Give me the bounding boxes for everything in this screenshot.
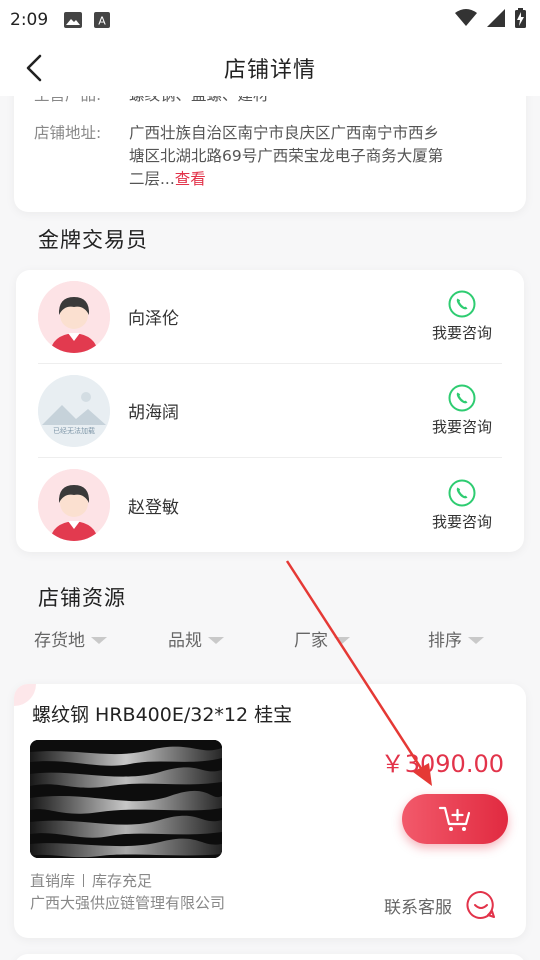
trader-row[interactable]: 已经无法加载 胡海阔 我要咨询 [38,364,502,458]
caret-down-icon [334,637,350,644]
status-bar: 2:09 A [0,0,540,40]
traders-section-title: 金牌交易员 [38,228,148,252]
product-title: 螺纹钢 HRB400E/32*12 桂宝 [32,704,293,726]
battery-charging-icon [515,7,526,33]
image-icon [64,12,83,28]
content-scroll-area[interactable]: 主营产品: 螺纹钢、盘螺、建材 店铺地址: 广西壮族自治区南宁市良庆区广西南宁市… [0,96,540,960]
female-avatar-icon [38,469,110,541]
tag-direct-sale: 直销库 [30,872,76,890]
product-price: ￥3090.00 [380,750,504,778]
svg-text:A: A [98,15,106,28]
text-a-icon: A [94,12,111,28]
filter-bar: 存货地 品规 厂家 排序 [0,626,540,656]
main-products-value: 螺纹钢、盘螺、建材 [129,96,269,107]
smile-chat-icon [466,890,495,919]
next-product-card[interactable] [14,954,526,960]
status-time: 2:09 [10,10,49,30]
contact-service-button[interactable]: 联系客服 [384,890,496,920]
avatar: 已经无法加载 [38,374,110,447]
address-line-tail: 二层... [129,170,175,188]
address-label: 店铺地址: [34,124,102,142]
wifi-icon [455,8,477,32]
filter-label: 排序 [428,631,462,651]
filter-manufacturer[interactable]: 厂家 [294,626,350,651]
resources-section-title: 店铺资源 [38,586,126,610]
consult-button[interactable]: 我要咨询 [422,479,502,532]
signal-icon [487,8,505,32]
back-button[interactable] [18,52,50,84]
trader-row[interactable]: 赵登敏 我要咨询 [38,458,502,552]
female-avatar-icon [38,280,110,353]
trader-name: 胡海阔 [128,403,179,423]
product-company: 广西大强供应链管理有限公司 [30,894,226,912]
filter-sort[interactable]: 排序 [428,626,484,651]
avatar-placeholder-text: 已经无法加载 [53,426,95,435]
trader-row[interactable]: 向泽伦 我要咨询 [38,270,502,364]
consult-button[interactable]: 我要咨询 [422,384,502,437]
steel-texture-image [30,740,222,858]
product-tags: 直销库 库存充足 [30,870,152,891]
tag-separator [83,874,85,887]
address-line: 二层...查看 [129,168,443,191]
address-more-link[interactable]: 查看 [175,170,206,188]
title-bar: 店铺详情 [0,40,540,96]
add-to-cart-icon [438,806,471,831]
add-to-cart-button[interactable] [402,794,508,844]
page-title: 店铺详情 [223,58,316,83]
caret-down-icon [468,637,484,644]
tag-stock: 库存充足 [92,872,153,890]
address-line: 广西壮族自治区南宁市良庆区广西南宁市西乡 [129,124,440,142]
chevron-left-icon [26,54,42,82]
main-products-label: 主营产品: [34,96,129,107]
caret-down-icon [91,637,107,644]
traders-card: 向泽伦 我要咨询 已经无法加载 胡海阔 我要咨询 赵登敏 我要咨询 [16,270,524,552]
caret-down-icon [208,637,224,644]
address-value: 广西壮族自治区南宁市良庆区广西南宁市西乡 塘区北湖北路69号广西荣宝龙电子商务大… [129,122,443,191]
consult-button[interactable]: 我要咨询 [422,290,502,343]
filter-label: 厂家 [294,631,328,651]
filter-spec[interactable]: 品规 [168,626,224,651]
filter-label: 品规 [168,631,202,651]
consult-label: 我要咨询 [431,512,492,531]
address-row: 店铺地址: 广西壮族自治区南宁市良庆区广西南宁市西乡 塘区北湖北路69号广西荣宝… [34,122,506,191]
trader-name: 向泽伦 [128,309,179,329]
product-image[interactable] [30,740,222,858]
phone-icon [448,290,476,318]
product-card[interactable]: 螺纹钢 HRB400E/32*12 桂宝 ￥3090.00 直销库 库存充足 广… [14,684,526,938]
consult-label: 我要咨询 [431,418,492,436]
phone-icon [448,479,476,506]
avatar [38,280,110,353]
address-line: 塘区北湖北路69号广西荣宝龙电子商务大厦第 [129,147,444,165]
filter-location[interactable]: 存货地 [34,626,107,651]
avatar [38,469,110,541]
filter-label: 存货地 [34,631,85,651]
trader-name: 赵登敏 [128,497,179,518]
store-info-card: 主营产品: 螺纹钢、盘螺、建材 店铺地址: 广西壮族自治区南宁市良庆区广西南宁市… [14,96,526,212]
landscape-placeholder-icon: 已经无法加载 [38,374,110,447]
main-products-row: 主营产品: 螺纹钢、盘螺、建材 [34,96,506,107]
consult-label: 我要咨询 [431,324,492,342]
contact-service-label: 联系客服 [384,897,452,918]
phone-icon [448,384,476,412]
